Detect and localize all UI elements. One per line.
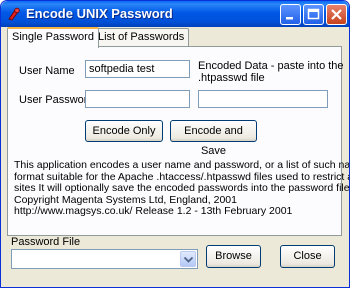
tab-single-password[interactable]: Single Password [7,27,99,48]
password-file-label: Password File [11,236,81,248]
encoded-data-output[interactable] [198,90,328,108]
encode-and-save-button[interactable]: Encode and Save [170,120,257,157]
user-name-label: User Name [19,65,75,77]
window-title: Encode UNIX Password [26,6,173,21]
description-line: http://www.magsys.co.uk/ Release 1.2 - 1… [14,205,293,217]
description-line: This application encodes a user name and… [14,159,350,171]
close-window-button[interactable] [326,4,347,25]
chevron-down-icon [184,257,193,263]
key-icon [7,7,21,21]
app-window: Encode UNIX Password Single Password Lis… [0,0,350,288]
close-icon [331,9,342,20]
title-bar[interactable]: Encode UNIX Password [1,1,349,27]
description-line: sites It will optionally save the encode… [14,182,350,194]
maximize-button[interactable] [303,4,324,25]
user-password-input[interactable] [85,90,190,108]
close-button[interactable]: Close [280,245,335,268]
maximize-icon [307,8,320,20]
encoded-data-label-line1: Encoded Data - paste into the [198,60,344,72]
password-file-combobox[interactable] [11,249,198,269]
description-text: This application encodes a user name and… [14,159,350,218]
dropdown-button[interactable] [180,251,196,267]
user-password-label: User Password [19,94,94,106]
browse-button[interactable]: Browse [206,245,261,268]
minimize-button[interactable] [280,4,301,25]
encoded-data-label-line2: .htpasswd file [198,72,265,84]
tab-list-of-passwords[interactable]: List of Passwords [93,28,190,46]
minimize-icon [286,17,293,20]
user-name-input[interactable] [85,60,190,78]
encode-only-button[interactable]: Encode Only [85,120,163,142]
